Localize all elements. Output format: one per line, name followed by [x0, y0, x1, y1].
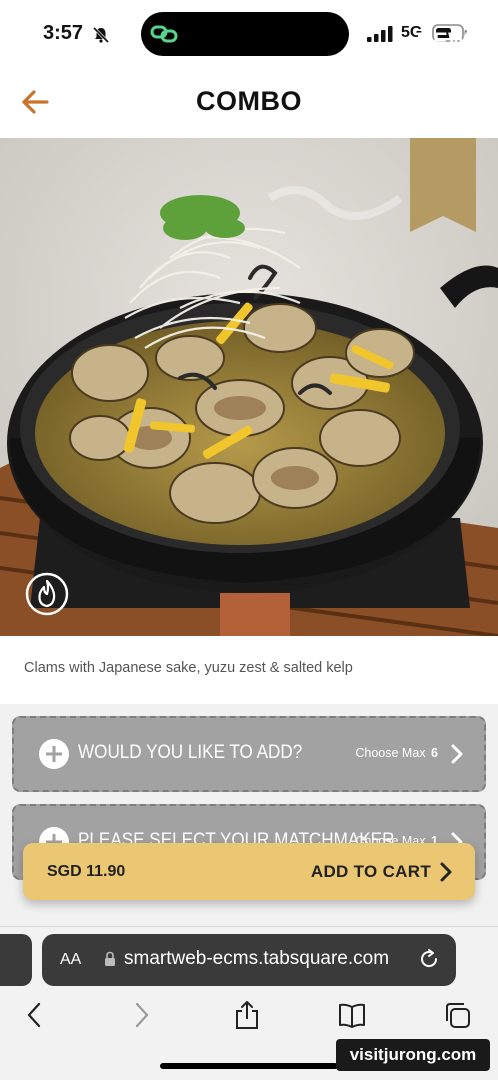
address-bar[interactable]: AA smartweb-ecms.tabsquare.com: [42, 934, 456, 986]
bookmarks-icon[interactable]: [337, 1000, 367, 1030]
lock-icon: [105, 951, 115, 966]
page-title: COMBO: [196, 86, 302, 116]
chevron-right-icon: [440, 862, 452, 882]
url-text: smartweb-ecms.tabsquare.com: [124, 948, 390, 969]
status-time: 3:57: [43, 22, 84, 44]
previous-tab[interactable]: [0, 934, 32, 986]
new-badge-label: NEW: [416, 28, 470, 53]
text-size-button[interactable]: AA: [60, 951, 81, 969]
choose-max-count: 6: [431, 746, 438, 760]
description-card: Clams with Japanese sake, yuzu zest & sa…: [0, 636, 498, 704]
bell-slash-icon: [92, 26, 110, 44]
option-label: WOULD YOU LIKE TO ADD?: [78, 742, 303, 763]
back-icon[interactable]: [20, 1000, 50, 1030]
new-badge: [410, 138, 476, 232]
link-chain-icon: [150, 25, 178, 43]
watermark: visitjurong.com: [336, 1039, 490, 1071]
plus-icon: [39, 739, 69, 769]
tabs-icon[interactable]: [443, 1000, 473, 1030]
add-to-cart-button[interactable]: SGD 11.90 ADD TO CART: [23, 843, 475, 900]
signal-bars-icon: [367, 26, 393, 42]
page-header: COMBO: [0, 66, 498, 138]
home-indicator: [160, 1063, 338, 1069]
choose-max-text: Choose Max 6: [355, 746, 438, 760]
cart-price: SGD 11.90: [47, 863, 126, 880]
dynamic-island: [141, 12, 349, 56]
add-on-option[interactable]: WOULD YOU LIKE TO ADD? Choose Max 6: [12, 716, 486, 792]
forward-icon[interactable]: [126, 1000, 156, 1030]
fire-icon: [25, 572, 69, 616]
add-to-cart-label: ADD TO CART: [310, 862, 431, 881]
product-image: [0, 138, 498, 636]
chevron-right-icon: [451, 744, 463, 764]
share-icon[interactable]: [232, 1000, 262, 1030]
reload-icon[interactable]: [418, 948, 440, 970]
product-description: Clams with Japanese sake, yuzu zest & sa…: [24, 660, 353, 676]
